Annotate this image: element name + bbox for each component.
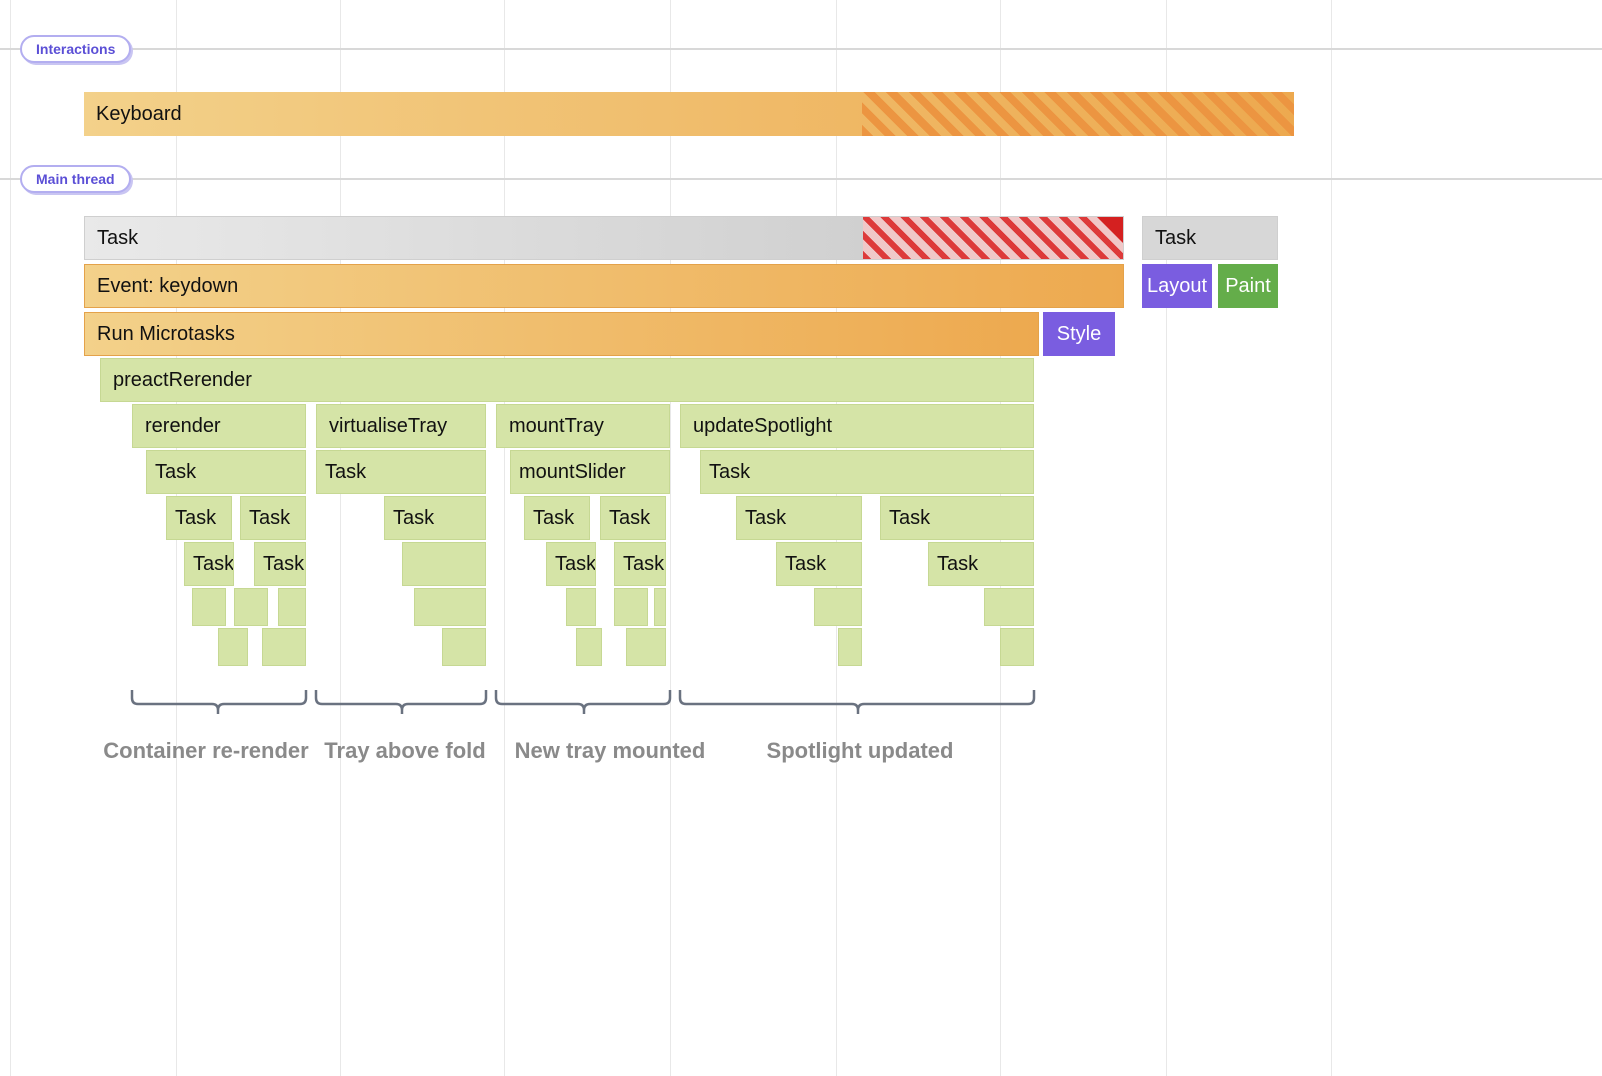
interaction-keyboard-label: Keyboard <box>96 103 182 126</box>
interactions-label: Interactions <box>20 35 131 63</box>
task-label: Task <box>175 507 216 530</box>
col1-task-b[interactable]: Task <box>240 496 306 540</box>
run-microtasks-label: Run Microtasks <box>97 323 235 346</box>
mount-tray-bar[interactable]: mountTray <box>496 404 670 448</box>
col2-task-a[interactable]: Task <box>384 496 486 540</box>
update-spotlight-bar[interactable]: updateSpotlight <box>680 404 1034 448</box>
mount-slider-bar[interactable]: mountSlider <box>510 450 670 494</box>
paint-bar[interactable]: Paint <box>1218 264 1278 308</box>
rerender-bar[interactable]: rerender <box>132 404 306 448</box>
mount-tray-label: mountTray <box>509 415 604 438</box>
task-label: Task <box>623 553 664 576</box>
annotation-new-tray-mounted: New tray mounted <box>510 738 710 764</box>
task-label: Task <box>325 461 366 484</box>
mount-slider-label: mountSlider <box>519 461 626 484</box>
task-bar-long[interactable]: Task <box>84 216 1124 260</box>
main-thread-label: Main thread <box>20 165 131 193</box>
task-label: Task <box>263 553 304 576</box>
col1-task[interactable]: Task <box>146 450 306 494</box>
preact-rerender-label: preactRerender <box>113 369 252 392</box>
col4-task-c[interactable]: Task <box>776 542 862 586</box>
col1-task-a[interactable]: Task <box>166 496 232 540</box>
col2-task-blank-1[interactable] <box>402 542 486 586</box>
task-label: Task <box>555 553 596 576</box>
col3-task-a[interactable]: Task <box>524 496 590 540</box>
task-label: Task <box>709 461 750 484</box>
virtualise-tray-label: virtualiseTray <box>329 415 447 438</box>
event-keydown-bar[interactable]: Event: keydown <box>84 264 1124 308</box>
rerender-label: rerender <box>145 415 221 438</box>
col4-task-d[interactable]: Task <box>928 542 1034 586</box>
col4-blank-1[interactable] <box>814 588 862 626</box>
style-bar[interactable]: Style <box>1043 312 1115 356</box>
col3-task-c[interactable]: Task <box>546 542 596 586</box>
task-label: Task <box>393 507 434 530</box>
task-label: Task <box>193 553 234 576</box>
col4-blank-4[interactable] <box>1000 628 1034 666</box>
task-label: Task <box>937 553 978 576</box>
col4-blank-3[interactable] <box>838 628 862 666</box>
layout-label: Layout <box>1147 275 1207 298</box>
preact-rerender-bar[interactable]: preactRerender <box>100 358 1034 402</box>
task-label: Task <box>745 507 786 530</box>
task-overrun-hatch <box>863 217 1124 259</box>
col4-blank-2[interactable] <box>984 588 1034 626</box>
annotation-container-rerender: Container re-render <box>96 738 316 764</box>
col4-task-a[interactable]: Task <box>736 496 862 540</box>
col1-blank-5[interactable] <box>262 628 306 666</box>
task-label: Task <box>533 507 574 530</box>
col3-blank-5[interactable] <box>626 628 666 666</box>
task-label: Task <box>155 461 196 484</box>
col2-blank-2[interactable] <box>414 588 486 626</box>
task-label-2: Task <box>1155 227 1196 250</box>
col1-blank-4[interactable] <box>218 628 248 666</box>
annotation-tray-above-fold: Tray above fold <box>320 738 490 764</box>
col4-task-b[interactable]: Task <box>880 496 1034 540</box>
update-spotlight-label: updateSpotlight <box>693 415 832 438</box>
main-thread-rule <box>0 178 1602 180</box>
col2-blank-3[interactable] <box>442 628 486 666</box>
annotation-spotlight-updated: Spotlight updated <box>760 738 960 764</box>
task-bar-second[interactable]: Task <box>1142 216 1278 260</box>
run-microtasks-bar[interactable]: Run Microtasks <box>84 312 1039 356</box>
layout-bar[interactable]: Layout <box>1142 264 1212 308</box>
virtualise-tray-bar[interactable]: virtualiseTray <box>316 404 486 448</box>
task-label: Task <box>889 507 930 530</box>
col4-task[interactable]: Task <box>700 450 1034 494</box>
interaction-keyboard-hatch <box>862 92 1294 136</box>
col3-blank-4[interactable] <box>576 628 602 666</box>
col3-blank-3[interactable] <box>654 588 666 626</box>
col3-blank-1[interactable] <box>566 588 596 626</box>
interactions-rule <box>0 48 1602 50</box>
col2-task[interactable]: Task <box>316 450 486 494</box>
paint-label: Paint <box>1225 275 1271 298</box>
col3-blank-2[interactable] <box>614 588 648 626</box>
task-label: Task <box>249 507 290 530</box>
col1-blank-3[interactable] <box>278 588 306 626</box>
event-keydown-label: Event: keydown <box>97 275 238 298</box>
col1-task-c[interactable]: Task <box>184 542 234 586</box>
col1-blank-1[interactable] <box>192 588 226 626</box>
annotation-brackets <box>0 690 1100 720</box>
col1-blank-2[interactable] <box>234 588 268 626</box>
task-label: Task <box>609 507 650 530</box>
style-label: Style <box>1057 323 1101 346</box>
task-overrun-triangle-icon <box>1097 217 1123 243</box>
task-label: Task <box>97 227 138 250</box>
col3-task-b[interactable]: Task <box>600 496 666 540</box>
task-label: Task <box>785 553 826 576</box>
col1-task-d[interactable]: Task <box>254 542 306 586</box>
col3-task-d[interactable]: Task <box>614 542 666 586</box>
